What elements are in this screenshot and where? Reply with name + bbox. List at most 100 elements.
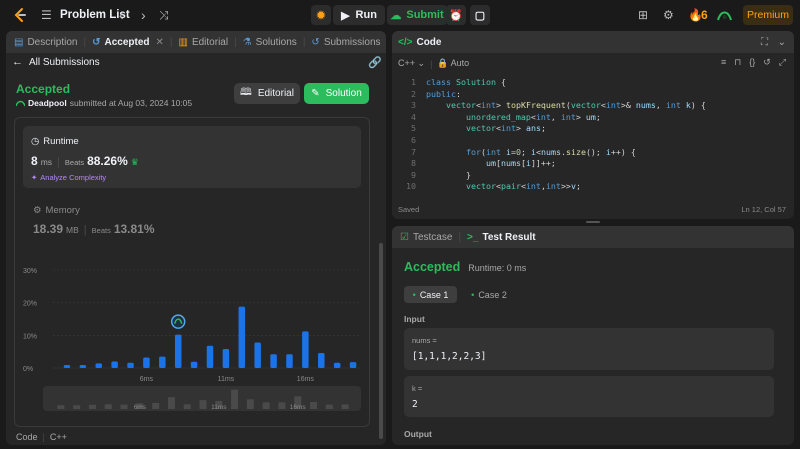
- test-runtime: Runtime: 0 ms: [468, 263, 527, 273]
- tab-description[interactable]: ▤ Description: [10, 37, 81, 48]
- memory-header[interactable]: ⚙ Memory: [33, 205, 80, 216]
- settings-gear-icon[interactable]: ⚙: [663, 0, 674, 30]
- submission-meta: Deadpool submitted at Aug 03, 2024 10:05: [16, 98, 192, 108]
- runtime-bar: [63, 365, 71, 368]
- tab-divider: |: [234, 36, 237, 48]
- braces-icon[interactable]: {}: [749, 57, 755, 68]
- code-line[interactable]: 8 um[nums[i]]++;: [392, 158, 782, 170]
- tab-testcase[interactable]: ☑ Testcase: [396, 232, 456, 243]
- tab-test-result[interactable]: >_ Test Result: [463, 232, 540, 243]
- code-line[interactable]: 7 for(int i=0; i<nums.size(); i++) {: [392, 147, 782, 159]
- line-number: 1: [411, 77, 416, 87]
- auto-mode-toggle[interactable]: 🔒 Auto: [437, 58, 469, 69]
- cloud-upload-icon: ☁: [390, 9, 402, 22]
- mini-bar: [152, 402, 160, 409]
- mini-x-tick-label: 11ms: [211, 404, 227, 411]
- mini-x-tick-label: 6ms: [134, 404, 147, 411]
- code-line[interactable]: 2 public:: [392, 89, 782, 101]
- code-line[interactable]: 3 vector<int> topKFrequent(vector<int>& …: [392, 100, 782, 112]
- code-line[interactable]: 4 unordered_map<int, int> um;: [392, 112, 782, 124]
- leetcode-logo-icon[interactable]: [12, 7, 28, 23]
- username[interactable]: Deadpool: [28, 98, 67, 108]
- shuffle-icon[interactable]: ⤨: [159, 0, 169, 30]
- mini-bar: [231, 389, 239, 409]
- edit-icon: ✎: [311, 88, 320, 99]
- code-editor[interactable]: 1 class Solution {2 public: 3 vector<int> t…: [392, 77, 794, 199]
- bookmark-icon[interactable]: ⊓: [734, 57, 741, 68]
- analyze-complexity-link[interactable]: ✦ Analyze Complexity: [31, 173, 106, 182]
- mini-x-tick-label: 16ms: [290, 404, 307, 411]
- code-line[interactable]: 6: [392, 135, 782, 147]
- collapse-icon[interactable]: ⌄: [778, 37, 786, 48]
- arrow-left-icon: ←: [12, 56, 23, 68]
- tab-editorial[interactable]: ▥ Editorial: [175, 37, 233, 48]
- resize-handle[interactable]: [586, 221, 600, 223]
- checkbox-icon: ☑: [400, 231, 409, 243]
- runtime-bar: [254, 342, 261, 368]
- notes-button[interactable]: ▢: [470, 5, 490, 25]
- problem-list-icon[interactable]: ☰: [41, 0, 52, 30]
- clock-history-icon: ↺: [311, 36, 320, 48]
- tab-submissions[interactable]: ↺ Submissions: [307, 37, 384, 48]
- mini-bar: [57, 405, 65, 409]
- case-2-button[interactable]: • Case 2: [464, 286, 514, 303]
- expand-icon[interactable]: ⤢: [779, 57, 786, 68]
- tab-divider: |: [83, 36, 87, 48]
- sparkle-icon: ✦: [31, 173, 38, 182]
- reset-icon[interactable]: ↺: [763, 57, 771, 68]
- code-line[interactable]: 1 class Solution {: [392, 77, 782, 89]
- close-tab-icon[interactable]: ✕: [156, 37, 164, 48]
- avatar[interactable]: [717, 8, 732, 22]
- code-text: vector<int> topKFrequent(vector<int>& nu…: [445, 100, 706, 111]
- runtime-bar: [174, 334, 182, 368]
- language-select[interactable]: C++ ⌄: [398, 58, 425, 69]
- x-tick-label: 11ms: [218, 376, 235, 383]
- all-submissions-link[interactable]: ← All Submissions: [12, 56, 100, 68]
- runtime-card[interactable]: ◷ Runtime 8 ms | Beats 88.26% ♛ ✦ Analyze …: [23, 126, 361, 188]
- mini-bar: [183, 404, 191, 409]
- book-icon: ▥: [178, 36, 188, 48]
- code-brackets-icon: </>: [398, 36, 413, 48]
- book-open-icon: 🕮: [240, 87, 252, 98]
- y-tick-label: 20%: [23, 301, 37, 308]
- editorial-button[interactable]: 🕮 Editorial: [234, 83, 300, 104]
- chart-range-selector[interactable]: 6ms 11ms 16ms: [43, 386, 361, 411]
- runtime-bar: [286, 354, 293, 368]
- line-number: 2: [411, 88, 416, 99]
- line-number: 6: [411, 135, 416, 145]
- cursor-position: Ln 12, Col 57: [741, 205, 786, 214]
- clock-icon: ◷: [31, 136, 40, 147]
- next-problem-icon[interactable]: ›: [141, 0, 146, 30]
- tab-accepted[interactable]: ↺ Accepted ✕: [88, 37, 168, 48]
- code-line[interactable]: 5 vector<int> ans;: [392, 123, 782, 135]
- runtime-distribution-chart[interactable]: 30% 20% 10% 0% 6ms 11ms 16ms: [15, 260, 369, 390]
- code-panel-header: </> Code ⛶ ⌄: [392, 31, 794, 53]
- user-avatar[interactable]: [16, 99, 25, 107]
- code-line[interactable]: 9 }: [392, 170, 782, 182]
- your-submission-marker: [170, 314, 186, 329]
- format-icon[interactable]: ≡: [721, 57, 726, 68]
- share-link-icon[interactable]: 🔗: [368, 56, 382, 69]
- maximize-icon[interactable]: ⛶: [761, 37, 768, 48]
- status-dot: •: [412, 289, 416, 300]
- case-1-button[interactable]: • Case 1: [404, 286, 457, 303]
- runtime-header: ◷ Runtime: [31, 136, 79, 147]
- mini-bar: [199, 400, 207, 409]
- note-icon: ▢: [474, 9, 486, 22]
- code-line[interactable]: 10 vector<pair<int,int>>v;: [392, 181, 782, 193]
- left-scrollbar[interactable]: [379, 243, 383, 439]
- solution-button[interactable]: ✎ Solution: [304, 83, 369, 104]
- prev-problem-icon[interactable]: ‹: [119, 0, 124, 30]
- layout-icon[interactable]: ⊞: [638, 0, 648, 30]
- runtime-stats: 8 ms | Beats 88.26% ♛: [31, 154, 139, 168]
- debug-button[interactable]: ✹: [311, 5, 331, 25]
- line-number: 3: [411, 100, 416, 111]
- timer-button[interactable]: ⏰: [446, 5, 466, 25]
- mini-bar: [167, 397, 175, 409]
- premium-button[interactable]: Premium: [743, 5, 793, 25]
- code-panel: </> Code ⛶ ⌄ C++ ⌄ | 🔒 Auto ≡ ⊓ {} ↺ ⤢ 1c…: [392, 31, 794, 219]
- test-panel-tabs: ☑ Testcase | >_ Test Result: [392, 226, 794, 248]
- submit-button[interactable]: ☁ Submit: [387, 5, 447, 25]
- run-button[interactable]: ▶ Run: [333, 5, 385, 25]
- tab-solutions[interactable]: ⚗ Solutions: [239, 37, 301, 48]
